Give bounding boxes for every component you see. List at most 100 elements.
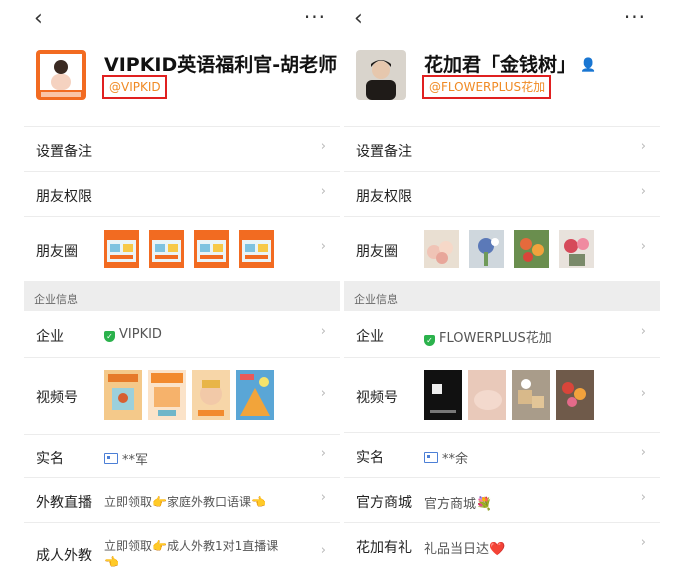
avatar[interactable] [36,50,86,100]
row-flowerplus-gift[interactable]: 花加有礼 礼品当日达❤️ › [344,522,660,569]
moments-thumbnail [149,230,184,268]
moments-thumbnail [424,230,459,268]
channels-thumbnail [468,370,506,420]
row-adult-foreign-teacher[interactable]: 成人外教 立即领取👉成人外教1对1直播课 👈 › [24,522,340,569]
live-value[interactable]: 立即领取👉家庭外教口语课👈 [104,493,266,510]
chevron-right-icon: › [320,386,326,401]
contact-name-text: 花加君「金钱树」 [424,54,577,76]
chevron-right-icon: › [640,535,646,550]
company-name: VIPKID [119,327,162,342]
adult-value-line2: 👈 [104,555,119,569]
gift-value[interactable]: 礼品当日达❤️ [424,538,505,557]
row-label: 朋友圈 [356,244,398,260]
row-label: 官方商城 [356,495,412,511]
company-value: ✓ FLOWERPLUS花加 [424,327,552,346]
row-channels[interactable]: 视频号 › [344,357,660,432]
right-profile-panel: ‹ ··· 花加君「金钱树」 👤 @FLOWERPLUS花加 设置备注 › 朋友权… [344,0,660,569]
row-company[interactable]: 企业 ✓ VIPKID › [24,311,340,356]
contact-name: VIPKID英语福利官-胡老师👤 [104,50,340,77]
moments-thumbnail [104,230,139,268]
section-title: 企业信息 [34,293,78,306]
contact-name: 花加君「金钱树」 👤 [424,50,596,77]
channels-thumbnail [104,370,142,420]
chevron-right-icon: › [640,445,646,460]
back-arrow-icon[interactable]: ‹ [354,8,363,30]
row-friend-permissions[interactable]: 朋友权限 › [344,171,660,216]
avatar[interactable] [356,50,406,100]
moments-thumbnail [469,230,504,268]
chevron-right-icon: › [640,386,646,401]
row-label: 设置备注 [36,144,92,160]
mall-value[interactable]: 官方商城💐 [424,493,492,512]
chevron-right-icon: › [320,324,326,339]
chevron-right-icon: › [320,184,326,199]
row-label: 实名 [356,450,384,466]
verified-shield-icon: ✓ [424,335,435,346]
real-name-text: **余 [442,452,469,467]
section-enterprise-info: 企业信息 [344,281,660,311]
real-name-value: **军 [104,449,148,468]
chevron-right-icon: › [640,139,646,154]
channels-thumbnail [192,370,230,420]
chevron-right-icon: › [640,324,646,339]
row-channels[interactable]: 视频号 › [24,357,340,434]
moments-thumbnail [239,230,274,268]
row-official-mall[interactable]: 官方商城 官方商城💐 › [344,477,660,522]
chevron-right-icon: › [320,490,326,505]
chevron-right-icon: › [640,239,646,254]
row-real-name[interactable]: 实名 **军 › [24,434,340,477]
top-bar: ‹ ··· [344,0,660,40]
enterprise-handle: @FLOWERPLUS花加 [422,75,552,99]
verified-shield-icon: ✓ [104,331,115,342]
row-moments[interactable]: 朋友圈 › [24,216,340,281]
left-profile-panel: ‹ ··· VIPKID英语福利官-胡老师👤 @VIPKID 设置备注 › 朋友… [24,0,340,569]
chevron-right-icon: › [320,239,326,254]
real-name-text: **军 [122,453,149,468]
moments-thumbnail [514,230,549,268]
row-label: 视频号 [36,390,78,406]
row-label: 设置备注 [356,144,412,160]
section-title: 企业信息 [354,293,398,306]
row-label: 企业 [356,329,384,345]
enterprise-handle: @VIPKID [102,75,167,99]
real-name-value: **余 [424,448,468,467]
channels-thumbnail [424,370,462,420]
more-options-icon[interactable]: ··· [624,6,646,28]
back-arrow-icon[interactable]: ‹ [34,8,43,30]
row-label: 朋友圈 [36,244,78,260]
row-real-name[interactable]: 实名 **余 › [344,432,660,477]
chevron-right-icon: › [320,446,326,461]
row-friend-permissions[interactable]: 朋友权限 › [24,171,340,216]
contact-name-text: VIPKID英语福利官-胡老师 [104,54,338,76]
chevron-right-icon: › [320,139,326,154]
row-set-remark[interactable]: 设置备注 › [344,126,660,171]
chevron-right-icon: › [640,184,646,199]
row-foreign-teacher-live[interactable]: 外教直播 立即领取👉家庭外教口语课👈 › [24,477,340,522]
more-options-icon[interactable]: ··· [304,6,326,28]
chevron-right-icon: › [320,543,326,558]
id-card-icon [104,453,118,464]
row-label: 朋友权限 [356,189,412,205]
row-label: 外教直播 [36,495,92,511]
row-moments[interactable]: 朋友圈 › [344,216,660,281]
chevron-right-icon: › [640,490,646,505]
row-company[interactable]: 企业 ✓ FLOWERPLUS花加 › [344,311,660,356]
row-label: 实名 [36,451,64,467]
row-label: 朋友权限 [36,189,92,205]
id-card-icon [424,452,438,463]
moments-thumbnail [194,230,229,268]
person-badge-icon: 👤 [580,58,597,73]
row-label: 企业 [36,329,64,345]
row-set-remark[interactable]: 设置备注 › [24,126,340,171]
channels-thumbnail [512,370,550,420]
channels-thumbnail [556,370,594,420]
section-enterprise-info: 企业信息 [24,281,340,311]
company-name: FLOWERPLUS花加 [439,331,552,346]
top-bar: ‹ ··· [24,0,340,40]
row-label: 成人外教 [36,548,92,564]
company-value: ✓ VIPKID [104,327,162,342]
row-label: 视频号 [356,390,398,406]
moments-thumbnail [559,230,594,268]
adult-value-line1[interactable]: 立即领取👉成人外教1对1直播课 [104,537,278,554]
row-label: 花加有礼 [356,540,412,556]
